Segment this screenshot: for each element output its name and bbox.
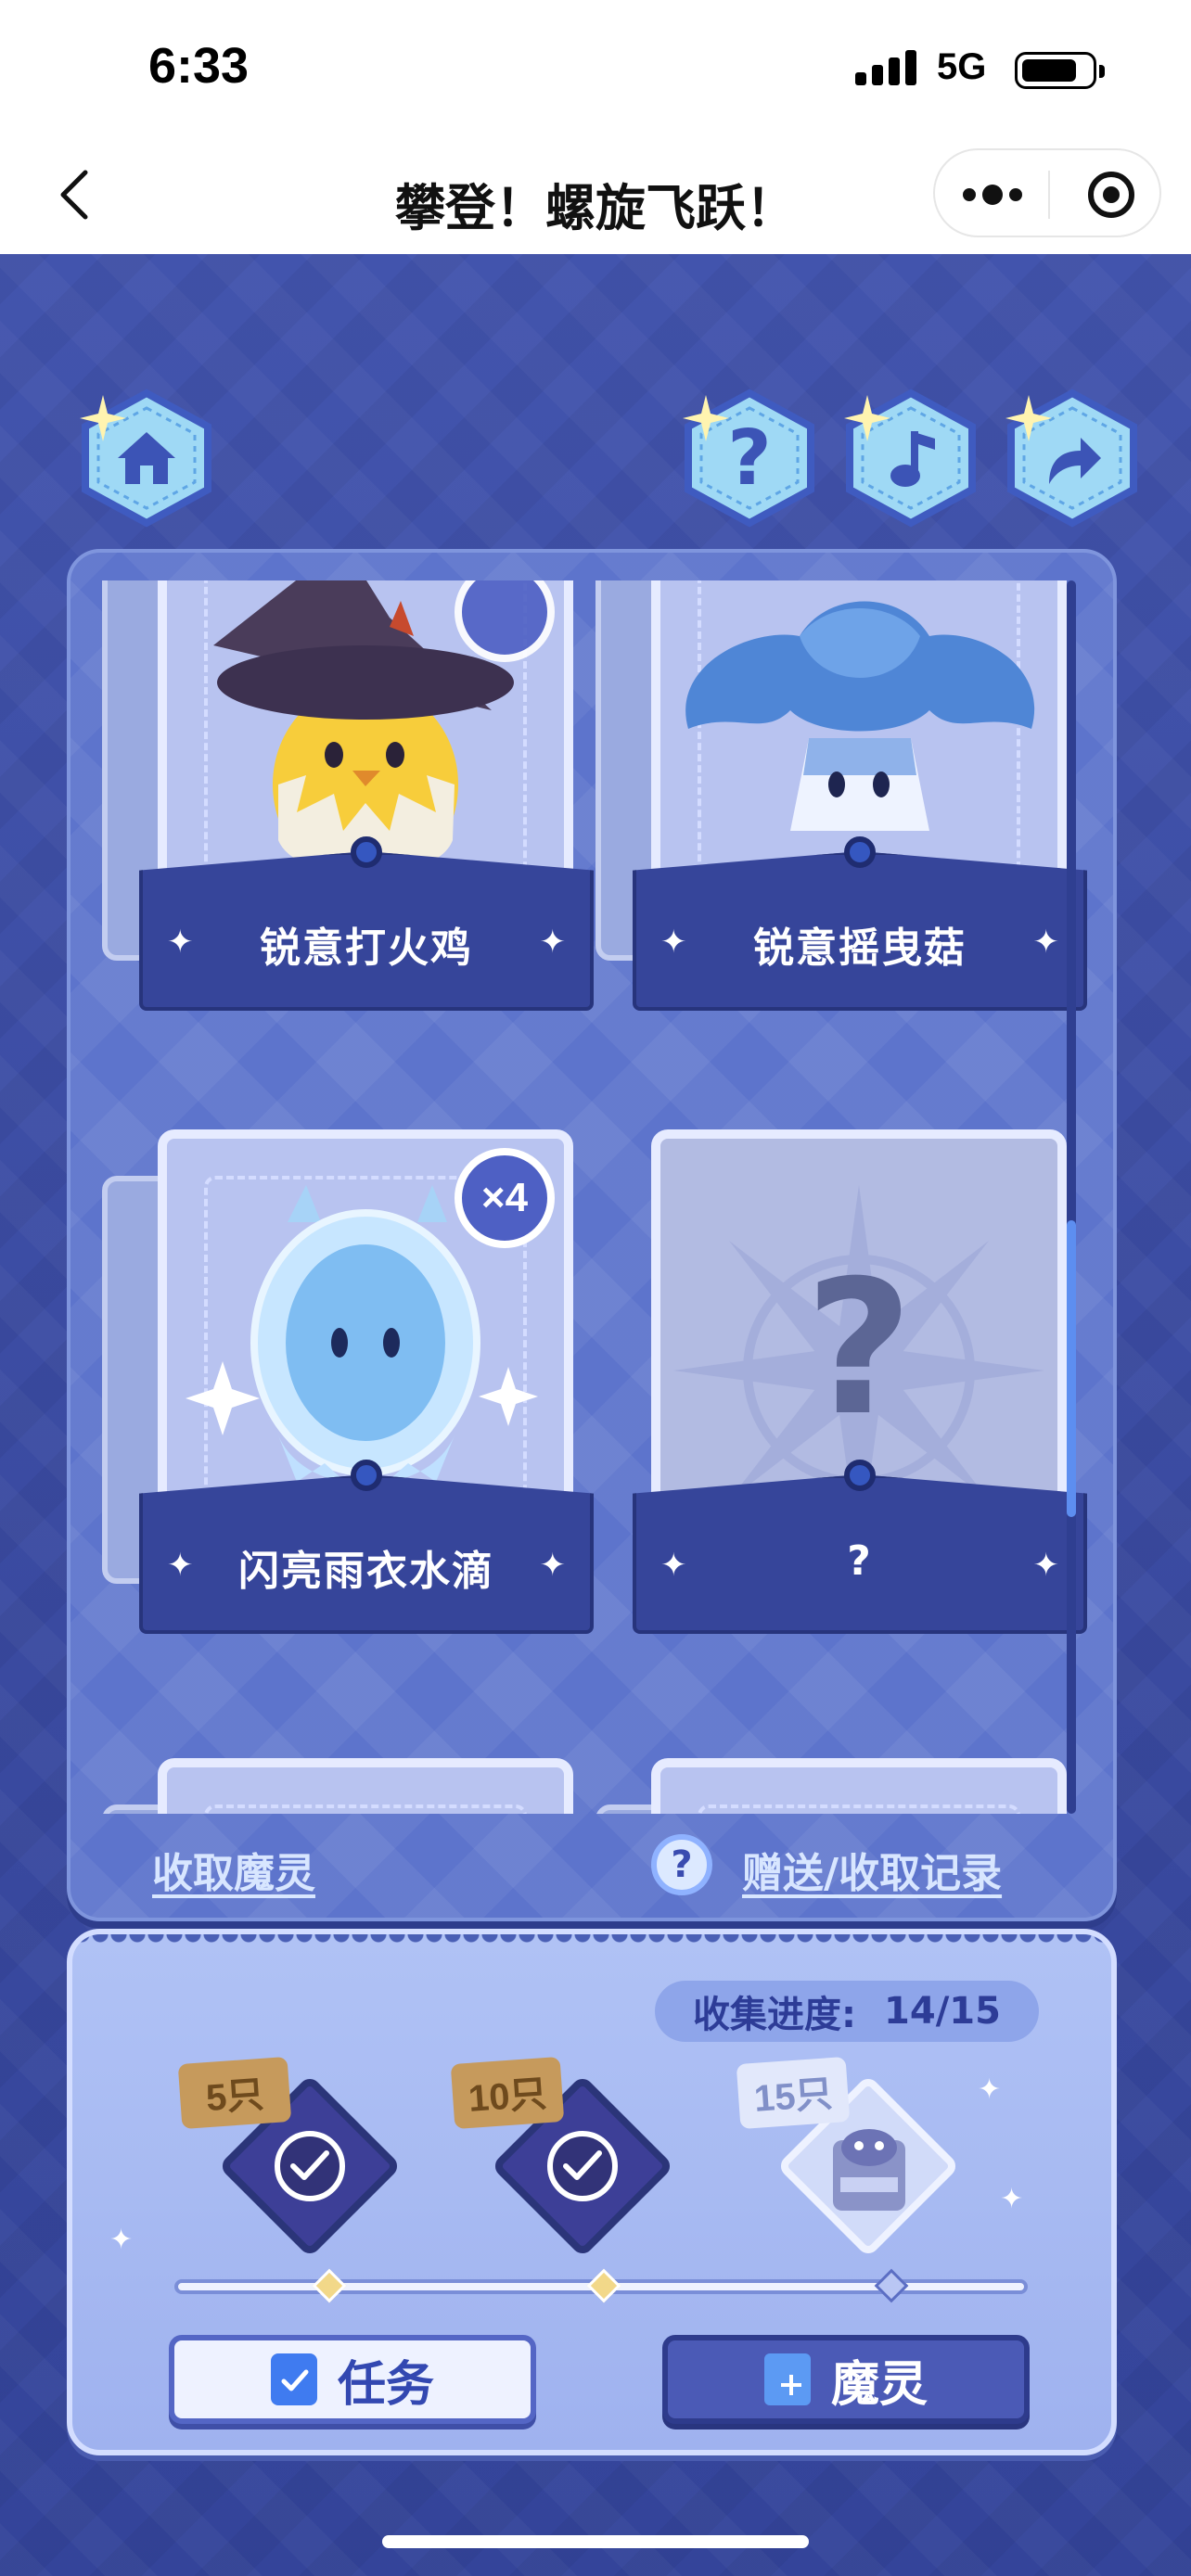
sparkle-icon [683, 395, 729, 441]
folder-plus-icon [763, 2353, 811, 2405]
capsule-divider [1048, 171, 1050, 219]
spirit-button-label: 魔灵 [830, 2356, 928, 2413]
milestone-tag: 15只 [736, 2056, 851, 2130]
milestone-reward[interactable]: 10只 [450, 2056, 675, 2259]
network-label: 5G [937, 46, 987, 87]
panel-footer: 收取魔灵 ? 赠送/收取记录 [70, 1814, 1113, 1916]
scrollbar[interactable] [1067, 580, 1076, 1814]
progress-pip [312, 2268, 347, 2303]
home-button[interactable] [76, 388, 217, 529]
spirit-card[interactable] [102, 1758, 594, 1814]
reward-box-icon [833, 2129, 905, 2211]
scrollbar-thumb[interactable] [1067, 1220, 1076, 1517]
status-bar: 6:33 5G [0, 0, 1191, 139]
spirit-card[interactable]: ✦ ✦ 锐意摇曳菇 [596, 580, 1087, 1063]
nav-bar: 攀登！螺旋飞跃！ [0, 139, 1191, 254]
milestone-tag: 10只 [450, 2056, 565, 2130]
sparkle-icon [844, 395, 890, 441]
progress-pip [586, 2268, 621, 2303]
music-button[interactable] [840, 388, 981, 529]
card-face [158, 1758, 573, 1814]
spirit-card[interactable] [596, 1758, 1087, 1814]
question-mark-icon: ? [804, 1241, 913, 1457]
sparkle-icon: ✦ [1000, 2183, 1024, 2215]
music-note-icon [890, 431, 935, 487]
receive-spirit-link[interactable]: 收取魔灵 [152, 1840, 315, 1899]
question-circle-icon[interactable]: ? [651, 1834, 712, 1895]
spirit-button[interactable]: 魔灵 [662, 2335, 1030, 2424]
mini-program-capsule [933, 148, 1161, 237]
check-icon [547, 2131, 618, 2201]
progress-panel: 收集进度: 14/15 5只 10只 15只 ✦ ✦ ✦ 任务 魔灵 [67, 1929, 1117, 2455]
count-badge: ×4 [455, 1148, 555, 1248]
task-button[interactable]: 任务 [169, 2335, 536, 2424]
battery-icon [1015, 52, 1105, 89]
check-icon [275, 2131, 345, 2201]
milestone-tag: 5只 [177, 2056, 292, 2130]
spirit-card[interactable]: ×4 ✦ ✦ 闪亮雨衣水滴 [102, 1129, 594, 1686]
gift-record-link[interactable]: 赠送/收取记录 [742, 1840, 1002, 1899]
card-name: 锐意打火鸡 [260, 925, 473, 972]
spirit-card[interactable]: ✦ ✦ 锐意打火鸡 [102, 580, 594, 1063]
progress-label: 收集进度: [693, 1994, 857, 2036]
spirit-card-unknown[interactable]: ? ✦ ✦ ? [633, 1129, 1087, 1686]
task-doc-icon [270, 2353, 317, 2405]
sparkle-icon: ✦ [978, 2073, 1002, 2106]
share-button[interactable] [1002, 388, 1143, 529]
status-time: 6:33 [148, 38, 250, 94]
mini-program-close-icon[interactable] [1088, 172, 1134, 218]
milestone-reward[interactable]: 5只 [177, 2056, 403, 2259]
progress-track [174, 2268, 1028, 2303]
card-name: 闪亮雨衣水滴 [238, 1548, 494, 1595]
signal-icon [855, 48, 920, 85]
card-scroll-area[interactable]: ✦ ✦ 锐意打火鸡 ✦ ✦ 锐意摇曳菇 ×4 ✦ ✦ 闪亮雨衣水滴 ? ✦ ✦ … [70, 580, 1113, 1814]
progress-pip [874, 2268, 909, 2303]
progress-pill: 收集进度: 14/15 [655, 1981, 1039, 2042]
progress-value: 14/15 [884, 1990, 1001, 2033]
sparkle-icon [1005, 395, 1052, 441]
more-dots-icon[interactable] [963, 178, 1022, 211]
question-icon: ? [727, 414, 772, 503]
card-name: ? [847, 1537, 873, 1585]
home-indicator [382, 2535, 809, 2548]
collection-panel: ✦ ✦ 锐意打火鸡 ✦ ✦ 锐意摇曳菇 ×4 ✦ ✦ 闪亮雨衣水滴 ? ✦ ✦ … [67, 549, 1117, 1921]
sparkle-icon: ✦ [109, 2224, 134, 2256]
card-name: 锐意摇曳菇 [753, 925, 967, 972]
sparkle-icon [80, 395, 126, 441]
card-face [651, 1758, 1067, 1814]
task-button-label: 任务 [337, 2356, 434, 2413]
help-button[interactable]: ? [679, 388, 820, 529]
milestone-reward[interactable]: 15只 [736, 2056, 961, 2259]
